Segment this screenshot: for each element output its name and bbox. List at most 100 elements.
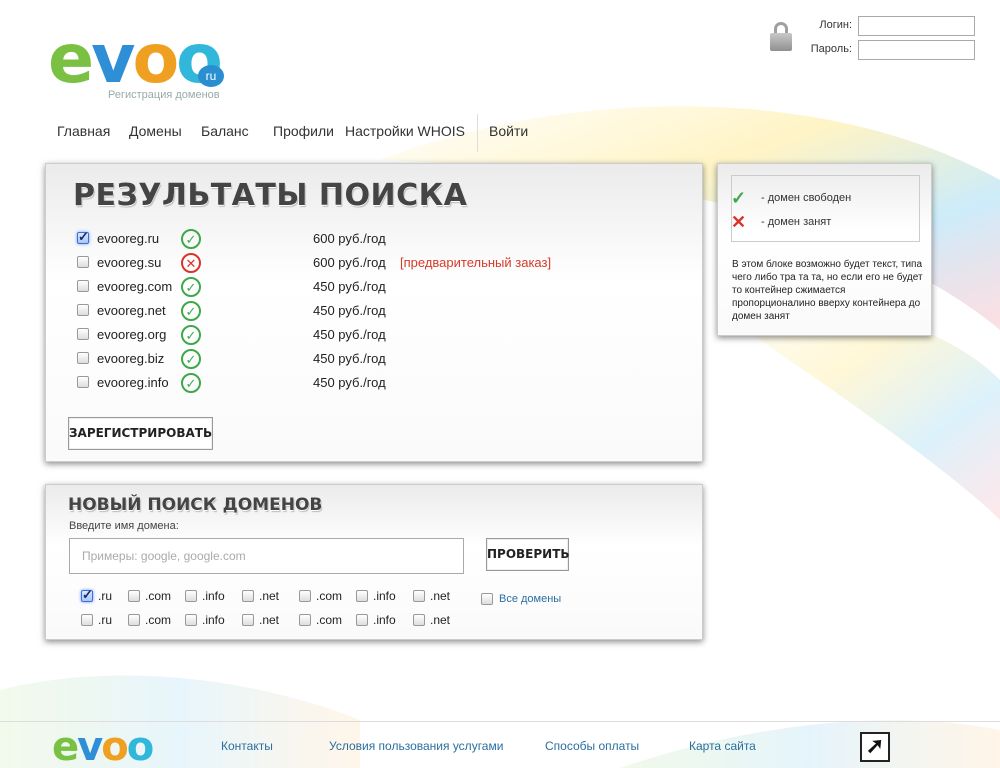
- domain-name: evooreg.su: [97, 255, 162, 270]
- zone-checkbox[interactable]: [356, 614, 368, 626]
- footer-link-sitemap[interactable]: Карта сайта: [689, 739, 756, 753]
- domain-checkbox[interactable]: [77, 256, 89, 268]
- password-row: Пароль:: [800, 40, 976, 60]
- zone-checkbox[interactable]: [242, 614, 254, 626]
- zone-checkbox[interactable]: [356, 590, 368, 602]
- check-circle-icon: ✓: [181, 373, 201, 393]
- zone-checkbox[interactable]: [185, 590, 197, 602]
- legend-box: [731, 175, 920, 242]
- nav-item-login[interactable]: Войти: [489, 123, 528, 139]
- domain-name: evooreg.ru: [97, 231, 160, 246]
- domain-result-row: evooreg.ru ✓ 600 руб./год: [77, 228, 697, 250]
- domain-price: 600 руб./год: [313, 255, 386, 270]
- zone-label: .com: [316, 613, 343, 627]
- domain-search-input[interactable]: [69, 538, 464, 574]
- check-circle-icon: ✓: [181, 277, 201, 297]
- zone-checkbox[interactable]: [128, 614, 140, 626]
- zone-checkbox[interactable]: [81, 614, 93, 626]
- domain-name: evooreg.net: [97, 303, 166, 318]
- domain-result-row: evooreg.biz ✓ 450 руб./год: [77, 348, 697, 370]
- zone-label: .com: [145, 589, 172, 603]
- zone-checkbox[interactable]: [413, 590, 425, 602]
- zone-label: .info: [373, 613, 396, 627]
- domain-checkbox[interactable]: [77, 229, 89, 245]
- domain-checkbox[interactable]: [77, 376, 89, 388]
- zone-label: .net: [259, 589, 280, 603]
- nav-item-profiles[interactable]: Профили: [273, 123, 334, 139]
- nav-item-balance[interactable]: Баланс: [201, 123, 249, 139]
- all-domains-label: Все домены: [499, 593, 562, 605]
- all-domains-checkbox[interactable]: [481, 593, 493, 605]
- domain-checkbox[interactable]: [77, 328, 89, 340]
- zone-label: .net: [259, 613, 280, 627]
- domain-result-row: evooreg.com ✓ 450 руб./год: [77, 276, 697, 298]
- footer-link-payment[interactable]: Способы оплаты: [545, 739, 639, 753]
- zone-label: .com: [145, 613, 172, 627]
- zone-label: .ru: [98, 613, 113, 627]
- nav-divider: [477, 114, 478, 152]
- login-input[interactable]: [858, 16, 975, 36]
- check-icon: ✓: [731, 188, 747, 208]
- footer-link-contacts[interactable]: Контакты: [221, 739, 273, 753]
- zone-checkbox[interactable]: [413, 614, 425, 626]
- zone-label: .info: [202, 613, 225, 627]
- domain-result-row: evooreg.org ✓ 450 руб./год: [77, 324, 697, 346]
- zone-checkbox[interactable]: [185, 614, 197, 626]
- logo[interactable]: evoo ru Регистрация доменов: [48, 24, 238, 105]
- logo-subtitle: Регистрация доменов: [108, 89, 220, 101]
- domain-name: evooreg.com: [97, 279, 173, 294]
- zone-checkbox[interactable]: [242, 590, 254, 602]
- domain-result-row: evooreg.net ✓ 450 руб./год: [77, 300, 697, 322]
- domain-input-label: Введите имя домена:: [69, 520, 179, 532]
- domain-checkbox[interactable]: [77, 304, 89, 316]
- password-input[interactable]: [858, 40, 975, 60]
- domain-checkbox[interactable]: [77, 280, 89, 292]
- zone-checkbox[interactable]: [81, 587, 93, 603]
- cross-circle-icon: ✕: [181, 253, 201, 273]
- nav-item-whois-settings[interactable]: Настройки WHOIS: [345, 123, 465, 139]
- check-circle-icon: ✓: [181, 349, 201, 369]
- new-search-panel: НОВЫЙ ПОИСК ДОМЕНОВ Введите имя домена: …: [45, 484, 703, 640]
- footer-logo[interactable]: evoo: [52, 724, 155, 768]
- zone-label: .info: [202, 589, 225, 603]
- zone-label: .net: [430, 589, 451, 603]
- legend-busy-label: - домен занят: [761, 216, 832, 228]
- arrow-icon[interactable]: ➚: [860, 732, 890, 762]
- search-results-panel: РЕЗУЛЬТАТЫ ПОИСКА evooreg.ru ✓ 600 руб./го…: [45, 163, 703, 462]
- check-button[interactable]: ПРОВЕРИТЬ: [486, 538, 570, 571]
- domain-name: evooreg.info: [97, 375, 169, 390]
- check-circle-icon: ✓: [181, 325, 201, 345]
- domain-price: 450 руб./год: [313, 375, 386, 390]
- legend-info-text: В этом блоке возможно будет текст, типа …: [732, 259, 923, 322]
- logo-letter: e: [48, 20, 94, 99]
- domain-price: 450 руб./год: [313, 351, 386, 366]
- logo-wordmark: evoo: [48, 24, 223, 96]
- new-search-title: НОВЫЙ ПОИСК ДОМЕНОВ: [68, 495, 323, 515]
- domain-price: 450 руб./год: [313, 303, 386, 318]
- zone-label: .info: [373, 589, 396, 603]
- nav-item-home[interactable]: Главная: [57, 123, 110, 139]
- preorder-note[interactable]: [предварительный заказ]: [400, 255, 551, 270]
- zone-checkbox[interactable]: [128, 590, 140, 602]
- nav-item-domains[interactable]: Домены: [129, 123, 182, 139]
- login-row: Логин:: [800, 16, 976, 36]
- logo-ru-badge: ru: [198, 65, 224, 87]
- zone-checkbox[interactable]: [299, 590, 311, 602]
- footer-link-terms[interactable]: Условия пользования услугами: [329, 739, 503, 753]
- legend-panel: ✓ - домен свободен ✕ - домен занят В это…: [717, 163, 932, 336]
- lock-icon: [770, 22, 792, 52]
- password-label: Пароль:: [810, 43, 852, 55]
- zone-label: .ru: [98, 589, 113, 603]
- domain-result-row: evooreg.su ✕ 600 руб./год [предварительный …: [77, 252, 697, 274]
- domain-price: 600 руб./год: [313, 231, 386, 246]
- logo-letter: v: [91, 20, 135, 99]
- zone-label: .com: [316, 589, 343, 603]
- footer-logo-letter: v: [77, 724, 103, 768]
- register-button[interactable]: ЗАРЕГИСТРИРОВАТЬ: [68, 417, 213, 450]
- zone-checkbox[interactable]: [299, 614, 311, 626]
- logo-letter: o: [132, 20, 179, 99]
- footer-logo-letter: e: [52, 724, 79, 768]
- domain-name: evooreg.biz: [97, 351, 165, 366]
- footer-logo-letter: o: [126, 724, 155, 768]
- domain-checkbox[interactable]: [77, 352, 89, 364]
